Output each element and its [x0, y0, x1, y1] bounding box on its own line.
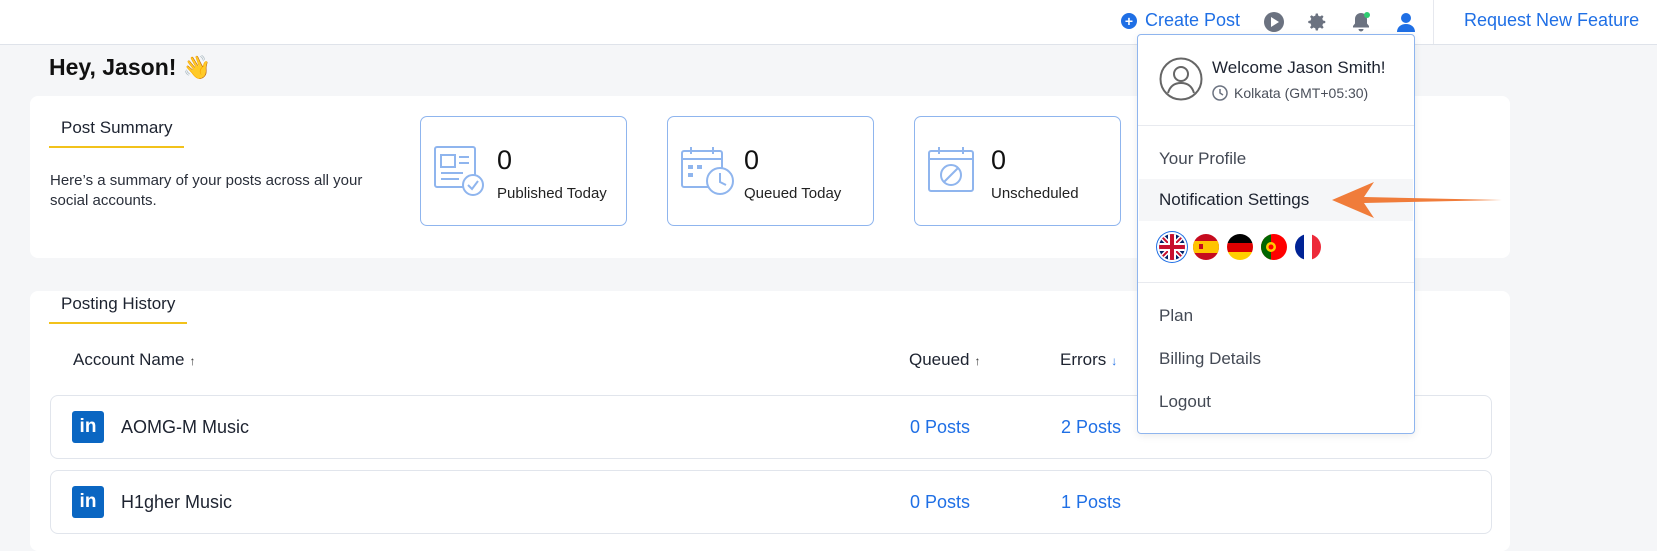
bell-icon[interactable]	[1350, 11, 1372, 33]
create-post-button[interactable]: + Create Post	[1121, 10, 1240, 31]
errors-header: Errors	[1060, 350, 1107, 369]
play-icon[interactable]	[1263, 11, 1285, 33]
clock-icon	[1212, 85, 1228, 101]
column-queued[interactable]: Queued ↑	[909, 350, 981, 370]
menu-item-notification-settings[interactable]: Notification Settings	[1159, 190, 1309, 210]
error-posts-link[interactable]: 1 Posts	[1061, 492, 1121, 513]
profile-dropdown-menu: Welcome Jason Smith! Kolkata (GMT+05:30)…	[1137, 34, 1415, 434]
timezone-label: Kolkata (GMT+05:30)	[1234, 85, 1369, 101]
menu-item-your-profile[interactable]: Your Profile	[1159, 149, 1246, 169]
stat-queued-today: 0 Queued Today	[667, 116, 874, 226]
create-post-label: Create Post	[1145, 10, 1241, 30]
column-errors[interactable]: Errors ↓	[1060, 350, 1117, 370]
welcome-text: Welcome Jason Smith!	[1212, 58, 1386, 77]
portugal-flag-icon[interactable]	[1261, 234, 1287, 260]
table-row[interactable]: in H1gher Music 0 Posts 1 Posts	[50, 470, 1492, 534]
uk-flag-icon[interactable]	[1159, 234, 1185, 260]
error-posts-link[interactable]: 2 Posts	[1061, 417, 1121, 438]
linkedin-icon: in	[72, 411, 104, 443]
menu-item-plan[interactable]: Plan	[1159, 306, 1193, 326]
unscheduled-count: 0	[991, 145, 1007, 175]
published-today-count: 0	[497, 145, 513, 175]
timezone-info: Kolkata (GMT+05:30)	[1212, 85, 1368, 101]
spain-flag-icon[interactable]	[1193, 234, 1219, 260]
queued-header: Queued	[909, 350, 970, 369]
account-name: AOMG-M Music	[121, 417, 249, 437]
request-new-feature-link[interactable]: Request New Feature	[1464, 10, 1639, 31]
gear-icon[interactable]	[1306, 11, 1328, 33]
column-account-name[interactable]: Account Name ↑	[73, 350, 196, 370]
topbar-divider	[1433, 0, 1434, 44]
queued-posts-link[interactable]: 0 Posts	[910, 417, 970, 438]
sort-up-icon: ↑	[974, 354, 981, 368]
greeting-heading: Hey, Jason! 👋	[49, 54, 212, 80]
stat-unscheduled: 0 Unscheduled	[914, 116, 1121, 226]
plus-circle-icon: +	[1121, 12, 1137, 29]
published-icon	[434, 146, 484, 196]
unscheduled-calendar-icon	[928, 147, 974, 192]
account-name: H1gher Music	[121, 492, 233, 512]
queued-calendar-icon	[681, 147, 734, 195]
annotation-arrow-icon	[1332, 182, 1502, 218]
france-flag-icon[interactable]	[1295, 234, 1321, 260]
user-icon[interactable]	[1395, 11, 1417, 33]
account-name-header: Account Name	[73, 350, 185, 369]
menu-divider	[1138, 282, 1414, 283]
tab-post-summary[interactable]: Post Summary	[49, 118, 185, 148]
linkedin-icon: in	[72, 486, 104, 518]
tab-posting-history[interactable]: Posting History	[49, 294, 188, 324]
sort-up-icon: ↑	[189, 354, 196, 368]
queued-posts-link[interactable]: 0 Posts	[910, 492, 970, 513]
germany-flag-icon[interactable]	[1227, 234, 1253, 260]
stat-published-today: 0 Published Today	[420, 116, 627, 226]
menu-item-billing-details[interactable]: Billing Details	[1159, 349, 1261, 369]
unscheduled-label: Unscheduled	[991, 185, 1079, 202]
avatar-icon	[1159, 57, 1203, 101]
language-selector	[1159, 234, 1321, 260]
queued-today-count: 0	[744, 145, 760, 175]
menu-item-logout[interactable]: Logout	[1159, 392, 1211, 412]
summary-description: Here’s a summary of your posts across al…	[50, 172, 363, 209]
queued-today-label: Queued Today	[744, 185, 842, 202]
published-today-label: Published Today	[497, 185, 607, 202]
menu-divider	[1138, 125, 1414, 126]
sort-down-icon: ↓	[1111, 354, 1118, 368]
